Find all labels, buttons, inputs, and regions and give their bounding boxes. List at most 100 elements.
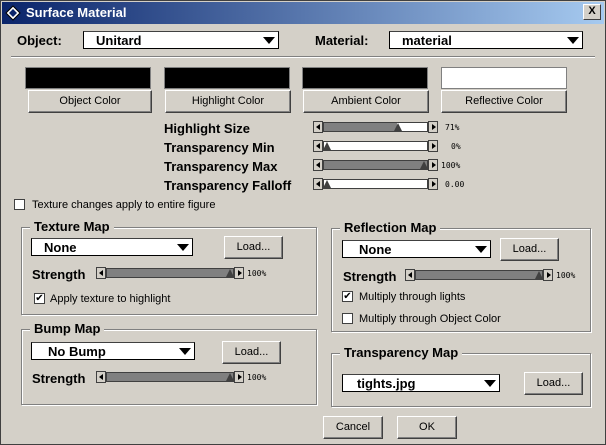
bump-map-select[interactable]: No Bump — [31, 342, 195, 360]
transparency-min-label: Transparency Min — [164, 140, 275, 155]
slider-thumb[interactable] — [323, 142, 331, 150]
ambient-color-button[interactable]: Ambient Color — [303, 90, 429, 113]
chevron-down-icon — [475, 246, 487, 253]
reflection-strength-slider[interactable] — [405, 269, 553, 281]
transparency-load-button[interactable]: Load... — [524, 372, 583, 395]
transparency-min-value: 0% — [451, 142, 461, 151]
slider-right-arrow-icon[interactable] — [428, 178, 438, 190]
slider-thumb[interactable] — [226, 373, 234, 381]
chevron-down-icon — [263, 37, 275, 44]
transparency-map-value: tights.jpg — [357, 376, 416, 391]
slider-left-arrow-icon[interactable] — [96, 371, 106, 383]
slider-left-arrow-icon[interactable] — [96, 267, 106, 279]
transparency-falloff-slider[interactable] — [313, 178, 438, 190]
slider-left-arrow-icon[interactable] — [313, 159, 323, 171]
texture-global-label: Texture changes apply to entire figure — [32, 199, 216, 211]
slider-track[interactable] — [323, 160, 428, 170]
slider-track[interactable] — [415, 270, 543, 280]
multiply-object-checkbox[interactable] — [342, 313, 353, 324]
reflection-map-title: Reflection Map — [340, 220, 441, 235]
slider-thumb[interactable] — [420, 161, 428, 169]
transparency-falloff-label: Transparency Falloff — [164, 178, 292, 193]
object-color-swatch[interactable] — [25, 67, 151, 89]
slider-track[interactable] — [323, 141, 428, 151]
texture-map-value: None — [44, 240, 77, 255]
slider-right-arrow-icon[interactable] — [234, 371, 244, 383]
highlight-color-swatch[interactable] — [164, 67, 290, 89]
slider-right-arrow-icon[interactable] — [543, 269, 553, 281]
slider-track[interactable] — [323, 122, 428, 132]
slider-right-arrow-icon[interactable] — [428, 159, 438, 171]
slider-left-arrow-icon[interactable] — [313, 121, 323, 133]
reflection-strength-value: 100% — [556, 271, 576, 280]
object-color-button[interactable]: Object Color — [28, 90, 152, 113]
slider-track[interactable] — [106, 372, 234, 382]
slider-left-arrow-icon[interactable] — [405, 269, 415, 281]
apply-highlight-label: Apply texture to highlight — [50, 293, 171, 305]
transparency-map-select[interactable]: tights.jpg — [342, 374, 500, 392]
slider-right-arrow-icon[interactable] — [428, 121, 438, 133]
material-select-value: material — [402, 33, 452, 48]
highlight-size-value: 71% — [445, 123, 460, 132]
ambient-color-swatch[interactable] — [302, 67, 428, 89]
chevron-down-icon — [484, 380, 496, 387]
reflective-color-button[interactable]: Reflective Color — [441, 90, 567, 113]
slider-thumb[interactable] — [393, 123, 402, 131]
texture-strength-value: 100% — [247, 269, 267, 278]
highlight-size-slider[interactable] — [313, 121, 438, 133]
bump-map-value: No Bump — [48, 344, 106, 359]
transparency-min-slider[interactable] — [313, 140, 438, 152]
material-label: Material: — [315, 33, 369, 48]
multiply-lights-checkbox[interactable]: ✔ — [342, 291, 353, 302]
reflective-color-swatch[interactable] — [441, 67, 567, 89]
texture-map-title: Texture Map — [30, 219, 114, 234]
apply-highlight-checkbox[interactable]: ✔ — [34, 293, 45, 304]
slider-thumb[interactable] — [226, 269, 234, 277]
surface-material-dialog: Surface Material X Object: Unitard Mater… — [0, 0, 606, 445]
texture-global-checkbox[interactable] — [14, 199, 25, 210]
app-icon — [5, 5, 21, 21]
reflection-strength-label: Strength — [343, 269, 397, 284]
multiply-object-label: Multiply through Object Color — [359, 313, 501, 325]
transparency-map-title: Transparency Map — [340, 345, 463, 360]
bump-strength-value: 100% — [247, 373, 267, 382]
transparency-max-label: Transparency Max — [164, 159, 278, 174]
texture-map-select[interactable]: None — [31, 238, 193, 256]
slider-track[interactable] — [106, 268, 234, 278]
object-select[interactable]: Unitard — [83, 31, 279, 49]
transparency-max-value: 100% — [441, 161, 461, 170]
reflection-map-select[interactable]: None — [342, 240, 491, 258]
texture-strength-slider[interactable] — [96, 267, 244, 279]
slider-thumb[interactable] — [323, 180, 331, 188]
bump-load-button[interactable]: Load... — [222, 341, 281, 364]
multiply-lights-label: Multiply through lights — [359, 291, 466, 303]
reflection-load-button[interactable]: Load... — [500, 238, 559, 261]
slider-right-arrow-icon[interactable] — [428, 140, 438, 152]
ok-button[interactable]: OK — [397, 416, 457, 439]
material-select[interactable]: material — [389, 31, 583, 49]
slider-thumb[interactable] — [535, 271, 543, 279]
slider-track[interactable] — [323, 179, 428, 189]
transparency-falloff-value: 0.00 — [445, 180, 465, 189]
chevron-down-icon — [177, 244, 189, 251]
transparency-max-slider[interactable] — [313, 159, 438, 171]
bump-map-title: Bump Map — [30, 321, 105, 336]
cancel-button[interactable]: Cancel — [323, 416, 383, 439]
reflection-map-value: None — [359, 242, 392, 257]
highlight-color-button[interactable]: Highlight Color — [165, 90, 291, 113]
close-button[interactable]: X — [583, 4, 601, 20]
texture-strength-label: Strength — [32, 267, 86, 282]
object-select-value: Unitard — [96, 33, 142, 48]
highlight-size-label: Highlight Size — [164, 121, 250, 136]
title-bar: Surface Material X — [2, 2, 604, 24]
slider-left-arrow-icon[interactable] — [313, 178, 323, 190]
slider-right-arrow-icon[interactable] — [234, 267, 244, 279]
texture-load-button[interactable]: Load... — [224, 236, 283, 259]
bump-strength-slider[interactable] — [96, 371, 244, 383]
window-title: Surface Material — [26, 5, 127, 20]
object-label: Object: — [17, 33, 62, 48]
chevron-down-icon — [179, 348, 191, 355]
chevron-down-icon — [567, 37, 579, 44]
header-separator — [11, 56, 595, 58]
slider-left-arrow-icon[interactable] — [313, 140, 323, 152]
